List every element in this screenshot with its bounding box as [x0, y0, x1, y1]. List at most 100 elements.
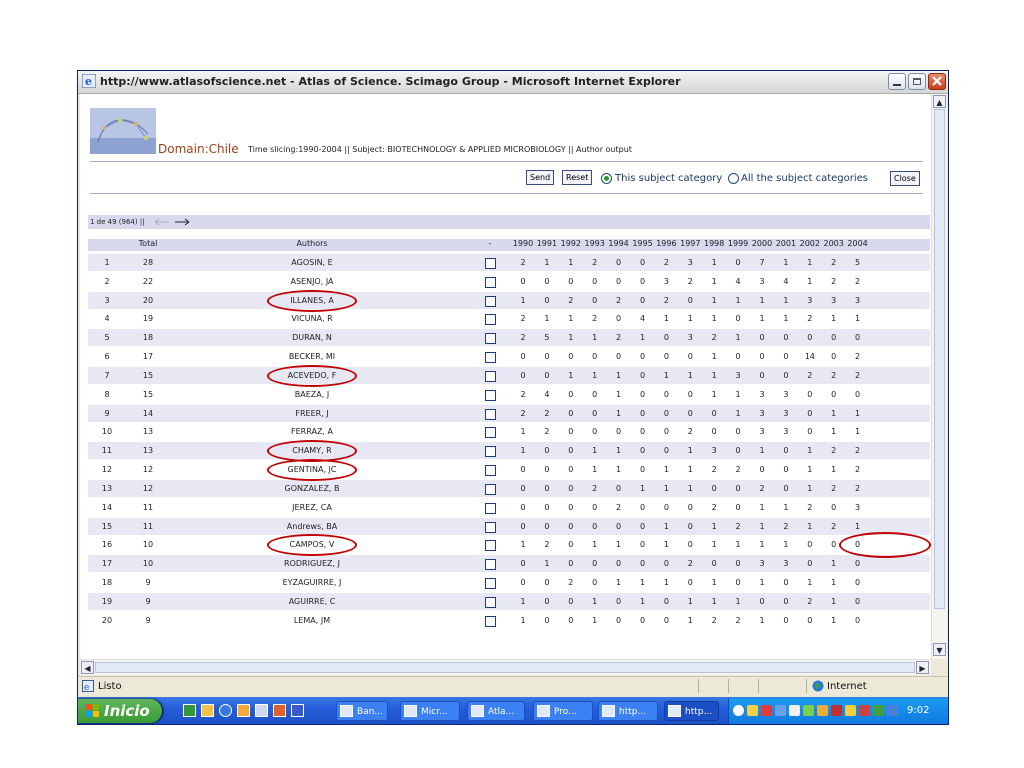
row-checkbox[interactable] [485, 578, 496, 590]
author-name[interactable]: RODRIGUEZ, J [232, 559, 392, 568]
word-quicklaunch-icon[interactable] [291, 704, 304, 717]
maximize-button[interactable] [908, 73, 926, 90]
outlook-quicklaunch-icon[interactable] [237, 704, 250, 717]
year-value: 2 [711, 502, 717, 512]
year-value: 0 [639, 559, 646, 569]
author-name[interactable]: VICUNA, R [232, 314, 392, 323]
task-5-active[interactable]: http... [664, 701, 719, 721]
task-1[interactable]: Micr... [400, 701, 460, 721]
hscroll-thumb[interactable] [95, 662, 915, 673]
tray-app-icon[interactable] [775, 705, 786, 716]
task-4[interactable]: http... [598, 701, 658, 721]
total-count: 28 [142, 258, 154, 267]
row-number: 16 [101, 540, 113, 550]
ie-window: e http://www.atlasofscience.net - Atlas … [77, 70, 949, 725]
tray-monitor-icon[interactable] [887, 705, 898, 716]
scroll-down-arrow[interactable]: ▼ [933, 643, 946, 656]
author-name[interactable]: BECKER, MI [232, 352, 392, 361]
year-value: 1 [855, 427, 861, 437]
author-name[interactable]: AGUIRRE, C [232, 597, 392, 606]
tray-doc-icon[interactable] [789, 705, 800, 716]
send-button[interactable]: Send [526, 170, 555, 185]
radio-this-category[interactable] [601, 173, 612, 184]
year-value: 0 [520, 276, 526, 286]
row-checkbox[interactable] [485, 314, 496, 326]
powerpoint-quicklaunch-icon[interactable] [273, 704, 286, 717]
task-2[interactable]: Atla... [467, 701, 525, 721]
tray-chevron-icon[interactable] [733, 705, 744, 716]
row-checkbox[interactable] [485, 389, 496, 401]
prev-arrow-icon[interactable] [154, 218, 170, 226]
author-name[interactable]: LEMA, JM [232, 616, 392, 625]
row-number: 2 [104, 276, 110, 286]
row-checkbox[interactable] [485, 295, 496, 307]
radio-all-categories-label[interactable]: All the subject categories [741, 173, 868, 184]
row-checkbox[interactable] [485, 465, 496, 477]
excel-quicklaunch-icon[interactable] [183, 704, 196, 717]
tray-shield-icon[interactable] [817, 705, 828, 716]
year-value: 2 [544, 408, 550, 418]
author-name[interactable]: ASENJO, JA [232, 277, 392, 286]
year-value: 4 [735, 276, 741, 286]
year-value: 1 [616, 465, 622, 475]
title-bar[interactable]: e http://www.atlasofscience.net - Atlas … [78, 71, 948, 94]
author-name[interactable]: BAEZA, J [232, 390, 392, 399]
year-value: 2 [520, 258, 526, 267]
year-value: 4 [544, 389, 550, 399]
row-checkbox[interactable] [485, 276, 496, 288]
folder-quicklaunch-icon[interactable] [201, 704, 214, 717]
row-checkbox[interactable] [485, 408, 496, 420]
row-checkbox[interactable] [485, 427, 496, 439]
horizontal-scrollbar[interactable]: ◀ ▶ [80, 659, 931, 675]
scroll-left-arrow[interactable]: ◀ [81, 661, 94, 674]
close-window-button[interactable] [928, 73, 946, 90]
task-0[interactable]: Ban... [336, 701, 388, 721]
row-checkbox[interactable] [485, 521, 496, 533]
year-value: 3 [855, 502, 861, 512]
author-name[interactable]: FERRAZ, A [232, 427, 392, 436]
tray-star-icon[interactable] [845, 705, 856, 716]
scroll-thumb[interactable] [934, 109, 945, 609]
tray-antivirus-icon[interactable] [831, 705, 842, 716]
row-checkbox[interactable] [485, 370, 496, 382]
author-name[interactable]: FREER, J [232, 409, 392, 418]
next-arrow-icon[interactable] [174, 218, 190, 226]
author-name[interactable]: GONZALEZ, B [232, 484, 392, 493]
row-checkbox[interactable] [485, 540, 496, 552]
author-name[interactable]: EYZAGUIRRE, J [232, 578, 392, 587]
tray-network-icon[interactable] [761, 705, 772, 716]
annotation-ellipse [267, 289, 357, 312]
year-value: 0 [639, 295, 646, 305]
start-button[interactable]: Inicio [78, 699, 162, 723]
tray-user-icon[interactable] [859, 705, 870, 716]
close-button[interactable]: Close [890, 171, 920, 186]
close-icon [932, 76, 942, 86]
tray-check-icon[interactable] [803, 705, 814, 716]
row-checkbox[interactable] [485, 446, 496, 458]
scroll-up-arrow[interactable]: ▲ [933, 95, 946, 108]
row-checkbox[interactable] [485, 483, 496, 495]
app-quicklaunch-icon[interactable] [255, 704, 268, 717]
tray-mail-icon[interactable] [747, 705, 758, 716]
vertical-scrollbar[interactable]: ▲ ▼ [931, 94, 947, 659]
row-checkbox[interactable] [485, 559, 496, 571]
minimize-button[interactable] [888, 73, 906, 90]
ie-quicklaunch-icon[interactable] [219, 704, 232, 717]
row-checkbox[interactable] [485, 502, 496, 514]
year-value: 1 [711, 295, 717, 305]
reset-button[interactable]: Reset [562, 170, 593, 185]
author-name[interactable]: JEREZ, CA [232, 503, 392, 512]
author-name[interactable]: DURAN, N [232, 333, 392, 342]
radio-this-category-label[interactable]: This subject category [615, 173, 722, 184]
row-checkbox[interactable] [485, 258, 496, 269]
row-checkbox[interactable] [485, 333, 496, 345]
author-name[interactable]: AGOSIN, E [232, 258, 392, 267]
tray-sound-icon[interactable] [873, 705, 884, 716]
row-checkbox[interactable] [485, 596, 496, 608]
row-checkbox[interactable] [485, 352, 496, 364]
author-name[interactable]: Andrews, BA [232, 522, 392, 531]
task-3[interactable]: Pro... [533, 701, 593, 721]
radio-all-categories[interactable] [728, 173, 739, 184]
row-checkbox[interactable] [485, 615, 496, 627]
scroll-right-arrow[interactable]: ▶ [916, 661, 929, 674]
